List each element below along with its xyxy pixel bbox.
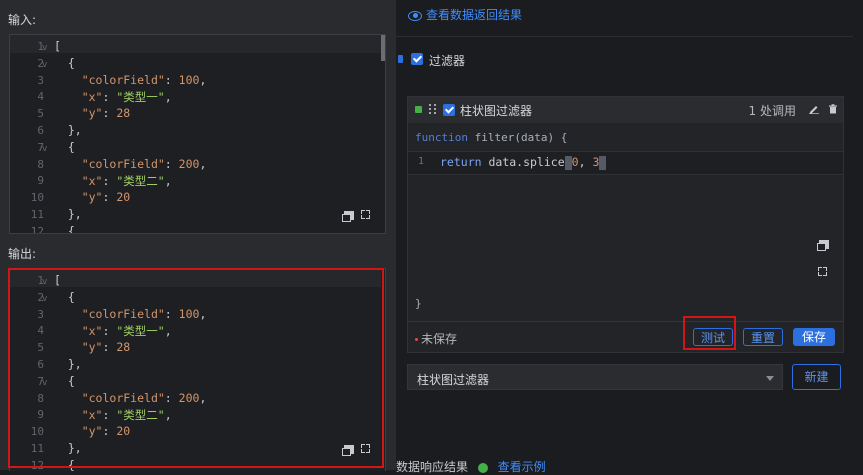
line-number: 9 [37, 174, 44, 188]
code-line-number: 1 [418, 156, 425, 167]
code-line: "colorField": 200, [81, 156, 207, 171]
code-line: }, [54, 123, 82, 137]
code-line: { [54, 223, 75, 234]
line-number: 12 [30, 224, 44, 234]
filter-item-checkbox[interactable] [443, 104, 455, 116]
line-number: 5 [37, 107, 44, 121]
code-line: "x": "类型二", [81, 174, 172, 189]
line-number: 2 [37, 56, 44, 70]
right-panel: 查看数据返回结果 过滤器 柱状图过滤器 1 处调用 function filte… [396, 0, 863, 474]
line-number: 1 [37, 40, 44, 53]
input-label: 输入: [8, 13, 37, 27]
filter-enable-checkbox[interactable] [411, 53, 423, 65]
input-editor[interactable]: 1 v 2 v 3 4 5 6 7 v 8 9 10 11 12 [ { "colorField": 100… [9, 34, 386, 234]
chevron-down-icon [766, 376, 774, 381]
filter-card-header: 柱状图过滤器 1 处调用 [408, 97, 843, 123]
view-result-label: 查看数据返回结果 [426, 8, 523, 22]
delete-icon[interactable] [828, 104, 838, 114]
code-fullscreen-icon[interactable] [818, 267, 827, 276]
code-line: }, [54, 207, 82, 221]
function-closing-brace: } [415, 297, 422, 310]
fold-toggle-icon[interactable]: v [42, 60, 47, 70]
filter-title: 柱状图过滤器 [460, 104, 533, 118]
line-number: 7 [37, 140, 44, 154]
edit-icon[interactable] [809, 104, 819, 114]
eye-icon [408, 10, 422, 21]
left-panel: 输入: 1 v 2 v 3 4 5 6 7 v 8 9 10 11 12 [ { "colorField":… [0, 0, 396, 471]
filter-code-editor[interactable]: 1 return data.splice 0, 3 [408, 151, 843, 175]
code-line[interactable]: return data.splice 0, 3 [440, 155, 607, 170]
code-line: "y": 28 [81, 106, 131, 121]
function-signature: function filter(data) { [415, 131, 568, 144]
view-result-link[interactable]: 查看数据返回结果 [408, 6, 522, 23]
call-count: 1 处调用 [748, 104, 796, 118]
drag-handle-icon[interactable] [429, 102, 437, 116]
fold-toggle-icon[interactable]: v [42, 144, 47, 154]
filter-enable-label: 过滤器 [429, 54, 466, 68]
response-row: 数据响应结果 查看示例 [396, 458, 546, 475]
filter-select-value: 柱状图过滤器 [417, 373, 490, 387]
code-line: "y": 20 [81, 190, 131, 205]
code-line: { [54, 55, 75, 70]
status-dot [415, 106, 422, 113]
example-link[interactable]: 查看示例 [498, 460, 546, 474]
code-line: [ [54, 39, 61, 53]
filter-section-marker [398, 55, 403, 63]
line-number: 8 [37, 157, 44, 171]
input-scrollbar[interactable] [381, 35, 385, 61]
success-icon [477, 462, 488, 473]
line-number: 3 [37, 73, 44, 87]
code-copy-icon[interactable] [817, 240, 829, 251]
response-label: 数据响应结果 [396, 460, 469, 474]
output-highlight-box [8, 268, 384, 468]
test-highlight-box [683, 316, 736, 350]
input-fullscreen-icon[interactable] [361, 210, 370, 219]
line-number: 6 [37, 124, 44, 137]
unsaved-status: 未保存 [415, 330, 457, 347]
code-line: "x": "类型一", [81, 90, 172, 105]
reset-button[interactable]: 重置 [743, 328, 783, 346]
input-copy-icon[interactable] [342, 211, 354, 222]
save-button[interactable]: 保存 [793, 328, 835, 346]
filter-card-footer: 未保存 测试 重置 保存 [408, 321, 843, 352]
filter-card: 柱状图过滤器 1 处调用 function filter(data) { 1 r… [407, 96, 844, 353]
new-button[interactable]: 新建 [792, 364, 841, 390]
line-number: 4 [37, 90, 44, 104]
code-line: { [54, 139, 75, 154]
code-line: "colorField": 100, [81, 72, 207, 87]
fold-toggle-icon[interactable]: v [42, 43, 47, 53]
output-label: 输出: [8, 247, 37, 261]
line-number: 10 [30, 191, 44, 205]
filter-select[interactable]: 柱状图过滤器 [407, 364, 783, 390]
line-number: 11 [30, 208, 44, 221]
